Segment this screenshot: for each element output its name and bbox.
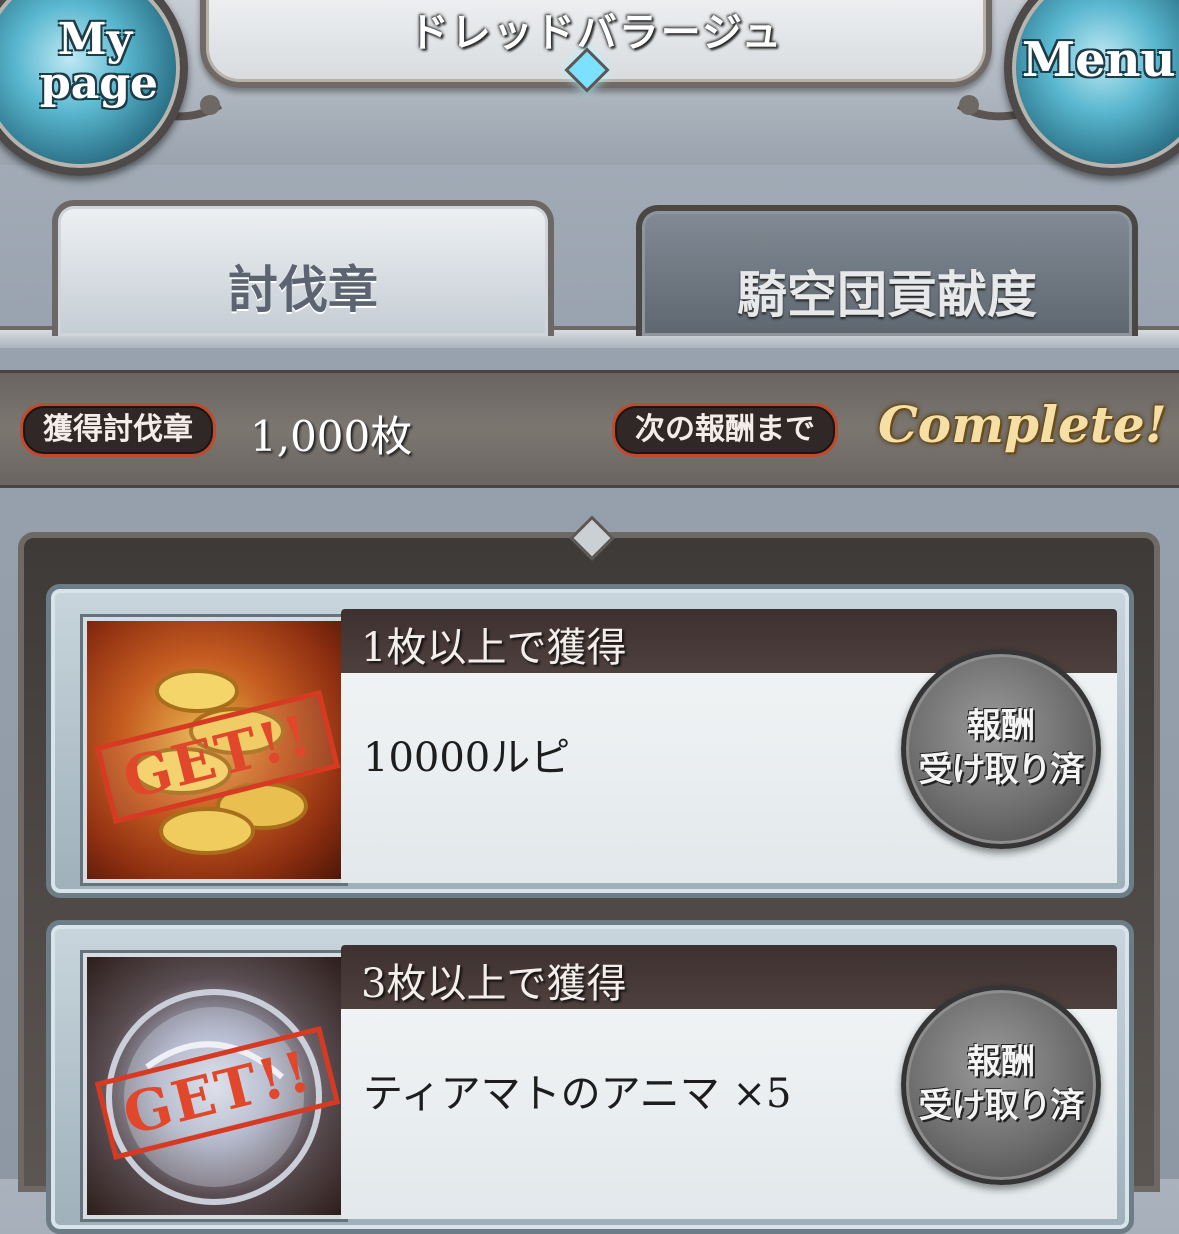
rupie-coins-icon: GET!! bbox=[83, 617, 345, 883]
menu-label: Menu bbox=[1022, 32, 1176, 88]
claimed-label-line2: 受け取り済 bbox=[918, 750, 1085, 790]
reward-item-name: ティアマトのアニマ ×5 bbox=[363, 1071, 792, 1117]
next-reward-status: Complete! bbox=[878, 395, 1167, 454]
tab-crew-contribution-label: 騎空団貢献度 bbox=[737, 266, 1037, 324]
reward-item-name: 10000ルピ bbox=[363, 735, 571, 781]
status-bar: 獲得討伐章 1,000枚 次の報酬まで Complete! bbox=[0, 370, 1179, 488]
claimed-button[interactable]: 報酬 受け取り済 bbox=[901, 985, 1101, 1185]
tab-crew-contribution[interactable]: 騎空団貢献度 bbox=[636, 205, 1138, 336]
tiamat-anima-orb-icon: GET!! bbox=[83, 953, 345, 1219]
claimed-label-line1: 報酬 bbox=[967, 706, 1035, 746]
tab-emblems-label: 討伐章 bbox=[228, 261, 378, 319]
claimed-label-line1: 報酬 bbox=[967, 1042, 1035, 1082]
reward-card: GET!! 3枚以上で獲得 ティアマトのアニマ ×5 報酬 受け取り済 bbox=[46, 920, 1134, 1234]
claimed-label-line2: 受け取り済 bbox=[918, 1086, 1085, 1126]
claimed-button[interactable]: 報酬 受け取り済 bbox=[901, 649, 1101, 849]
mypage-label: My page bbox=[40, 14, 159, 109]
reward-requirement: 1枚以上で獲得 bbox=[361, 625, 627, 671]
page-title: ドレッドバラージュ bbox=[408, 10, 784, 56]
next-reward-badge: 次の報酬まで bbox=[612, 403, 838, 457]
earned-emblems-value: 1,000枚 bbox=[250, 412, 413, 461]
earned-emblems-badge: 獲得討伐章 bbox=[20, 403, 216, 457]
tab-emblems[interactable]: 討伐章 bbox=[52, 200, 554, 336]
reward-requirement: 3枚以上で獲得 bbox=[361, 961, 627, 1007]
header-bar: ドレッドバラージュ My page Menu bbox=[0, 0, 1179, 176]
reward-card: GET!! 1枚以上で獲得 10000ルピ 報酬 受け取り済 bbox=[46, 584, 1134, 898]
